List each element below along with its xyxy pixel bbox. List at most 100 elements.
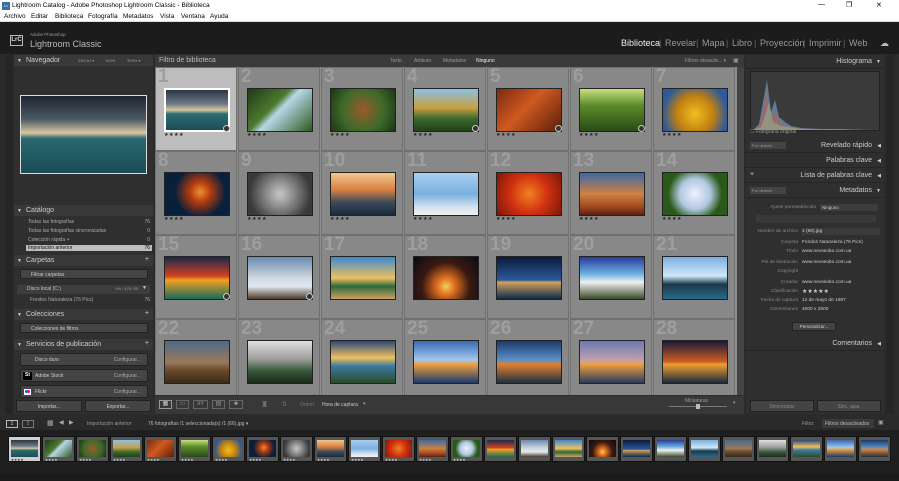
metadata-badge-icon[interactable] [555, 125, 562, 132]
filmstrip-thumbnail[interactable] [790, 436, 823, 462]
filmstrip-thumbnail[interactable]: ★★★★ [314, 436, 347, 462]
survey-view-icon[interactable]: ▤ [212, 400, 225, 409]
star-rating[interactable]: ★★★★ [247, 216, 267, 222]
export-button[interactable]: Exportar... [85, 400, 151, 412]
filmstrip-source[interactable]: Importación anterior [87, 421, 131, 427]
star-rating[interactable]: ★★★★ [330, 132, 350, 138]
grid-icon[interactable]: ▦ [47, 419, 54, 427]
grid-cell[interactable]: 16 [238, 234, 320, 319]
photo-thumbnail[interactable] [579, 340, 645, 384]
grid-cell[interactable]: 21 [653, 234, 735, 319]
keywords-header[interactable]: Palabras clave ◀ [746, 154, 884, 168]
filmstrip-filter-select[interactable]: Filtros desactivados [822, 419, 874, 428]
filmstrip-thumbnail[interactable] [484, 436, 517, 462]
folder-item[interactable]: Fondos Naturaleza (76 Pics) 76 [30, 297, 150, 303]
photo-thumbnail[interactable] [579, 172, 645, 216]
photo-thumbnail[interactable] [164, 172, 230, 216]
filmstrip-thumbnail[interactable]: ★★★★ [450, 436, 483, 462]
star-rating[interactable]: ★★★★ [164, 216, 184, 222]
photo-thumbnail[interactable] [247, 172, 313, 216]
keyword-list-header[interactable]: + Lista de palabras clave ◀ [746, 169, 884, 183]
grid-cell[interactable]: 20 [570, 234, 652, 319]
grid-cell[interactable]: 12 ★★★★ [487, 150, 569, 235]
photo-thumbnail[interactable] [164, 256, 230, 300]
module-mapa[interactable]: Mapa [702, 38, 725, 48]
grid-cell[interactable]: 17 [321, 234, 403, 319]
photo-thumbnail[interactable] [247, 340, 313, 384]
grid-cell[interactable]: 24 [321, 318, 403, 395]
menu-biblioteca[interactable]: Biblioteca [55, 13, 83, 20]
grid-cell[interactable]: 23 [238, 318, 320, 395]
filter-tab-ninguno[interactable]: Ninguno [476, 58, 495, 64]
grid-cell[interactable]: 5 ★★★★ [487, 67, 569, 151]
star-rating[interactable]: ★★★★ [164, 132, 184, 138]
star-rating[interactable]: ★★★★ [662, 132, 682, 138]
publish-disco-duro[interactable]: Disco duro Configurar... [20, 353, 148, 366]
toolbar-menu-icon[interactable]: ▾ [733, 400, 736, 406]
grid-cell[interactable]: 3 ★★★★ [321, 67, 403, 151]
photo-thumbnail[interactable] [662, 340, 728, 384]
metadata-badge-icon[interactable] [223, 293, 230, 300]
filmstrip-thumbnail[interactable]: ★★★★ [76, 436, 109, 462]
filmstrip-thumbnail[interactable]: ★★★★ [212, 436, 245, 462]
catalog-item-synced[interactable]: Todas las fotografías sincronizadas 0 [28, 228, 150, 234]
navigator-preview[interactable] [20, 95, 147, 174]
grid-cell[interactable]: 22 [155, 318, 237, 395]
menu-fotografia[interactable]: Fotografía [88, 13, 118, 20]
menu-ayuda[interactable]: Ayuda [210, 13, 228, 20]
star-rating[interactable]: ★★★★ [496, 216, 516, 222]
zoom-300[interactable]: 300% ▾ [127, 58, 140, 63]
left-panel-scrollbar[interactable] [5, 55, 13, 414]
minimize-button[interactable]: — [818, 1, 825, 8]
customize-button[interactable]: Personalizar... [792, 322, 836, 331]
add-folder-icon[interactable]: + [145, 256, 149, 263]
second-window-icon[interactable]: 2 [22, 420, 34, 428]
menu-archivo[interactable]: Archivo [4, 13, 26, 20]
star-rating[interactable]: ★★★★ [496, 132, 516, 138]
filmstrip-thumbnail[interactable]: ★★★★ [178, 436, 211, 462]
catalog-header[interactable]: ▼ Catálogo [14, 205, 153, 216]
filmstrip-thumbnail[interactable] [722, 436, 755, 462]
photo-thumbnail[interactable] [579, 88, 645, 132]
photo-thumbnail[interactable] [413, 256, 479, 300]
star-rating[interactable]: ★★★★ [662, 216, 682, 222]
photo-thumbnail[interactable] [330, 340, 396, 384]
quick-develop-preset[interactable]: Por defecto [750, 142, 786, 149]
filmstrip-thumbnail[interactable] [824, 436, 857, 462]
photo-thumbnail[interactable] [413, 340, 479, 384]
grid-cell[interactable]: 14 ★★★★ [653, 150, 735, 235]
main-window-icon[interactable]: 1 [6, 420, 18, 428]
filmstrip-thumbnail[interactable] [654, 436, 687, 462]
photo-thumbnail[interactable] [413, 88, 479, 132]
back-arrow-icon[interactable]: ◀ [59, 419, 64, 426]
module-biblioteca[interactable]: Biblioteca [621, 38, 660, 48]
filmstrip-thumbnail[interactable] [518, 436, 551, 462]
grid-cell[interactable]: 2 ★★★★ [238, 67, 320, 151]
meta-value-caption[interactable]: www.nevseobo.com.ua [802, 260, 851, 265]
module-web[interactable]: Web [849, 38, 867, 48]
people-view-icon[interactable]: ☻ [229, 400, 243, 409]
publish-header[interactable]: ▼ Servicios de publicación + [14, 339, 153, 350]
sort-direction-icon[interactable]: ⇅ [282, 401, 287, 408]
filmstrip-thumbnail[interactable]: ★★★★ [280, 436, 313, 462]
filmstrip-thumbnail[interactable] [586, 436, 619, 462]
filter-folders-input[interactable]: Filtrar carpetas [20, 269, 148, 279]
meta-value-creator[interactable]: www.nevseobo.com.ua [802, 280, 851, 285]
filter-tab-texto[interactable]: Texto [390, 58, 402, 64]
grid-cell[interactable]: 8 ★★★★ [155, 150, 237, 235]
filmstrip-thumbnail[interactable]: ★★★★ [8, 436, 41, 462]
original-photo-label[interactable]: ☐ Fotografía original [750, 129, 796, 135]
metadata-badge-icon[interactable] [638, 125, 645, 132]
collections-header[interactable]: ▼ Colecciones + [14, 309, 153, 320]
menu-editar[interactable]: Editar [31, 13, 48, 20]
filter-tab-metadatos[interactable]: Metadatos [443, 58, 466, 64]
drive-menu-icon[interactable]: ▼ [142, 285, 147, 291]
comments-header[interactable]: Comentarios ◀ [746, 337, 884, 351]
loupe-view-icon[interactable]: ▭ [176, 400, 189, 409]
meta-value-title[interactable]: www.nevseobo.com.ua [802, 249, 851, 254]
drive-row[interactable]: Disco local (C:) 9% / 476 GB ▼ [17, 285, 150, 294]
cloud-sync-icon[interactable]: ☁ [880, 38, 889, 49]
module-proyeccion[interactable]: Proyección [760, 38, 805, 48]
metadata-badge-icon[interactable] [306, 293, 313, 300]
photo-thumbnail[interactable] [330, 172, 396, 216]
